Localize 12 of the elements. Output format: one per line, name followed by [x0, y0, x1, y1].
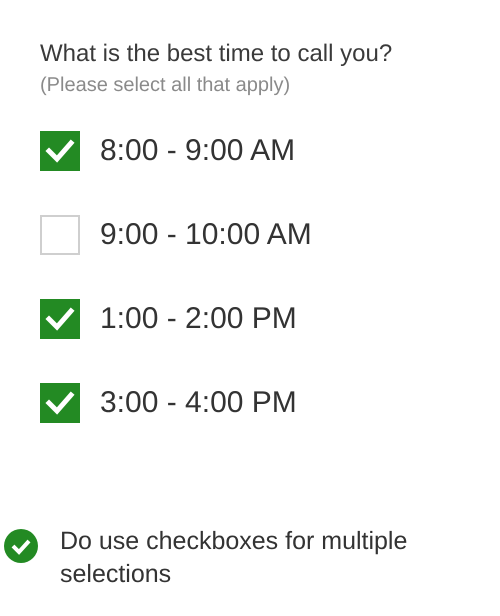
checkbox[interactable]: [40, 299, 80, 339]
question-text: What is the best time to call you?: [40, 40, 394, 68]
hint-text: (Please select all that apply): [40, 74, 292, 97]
guideline-text: Do use checkboxes for multiple selections: [60, 526, 408, 590]
check-circle-icon: [4, 529, 38, 563]
checkbox[interactable]: [40, 215, 80, 255]
checkbox[interactable]: [40, 131, 80, 171]
option-label[interactable]: 3:00 - 4:00 PM: [100, 386, 297, 420]
option-label[interactable]: 8:00 - 9:00 AM: [100, 134, 296, 168]
option-label[interactable]: 1:00 - 2:00 PM: [100, 302, 297, 336]
checkbox[interactable]: [40, 383, 80, 423]
option-label[interactable]: 9:00 - 10:00 AM: [100, 218, 312, 252]
